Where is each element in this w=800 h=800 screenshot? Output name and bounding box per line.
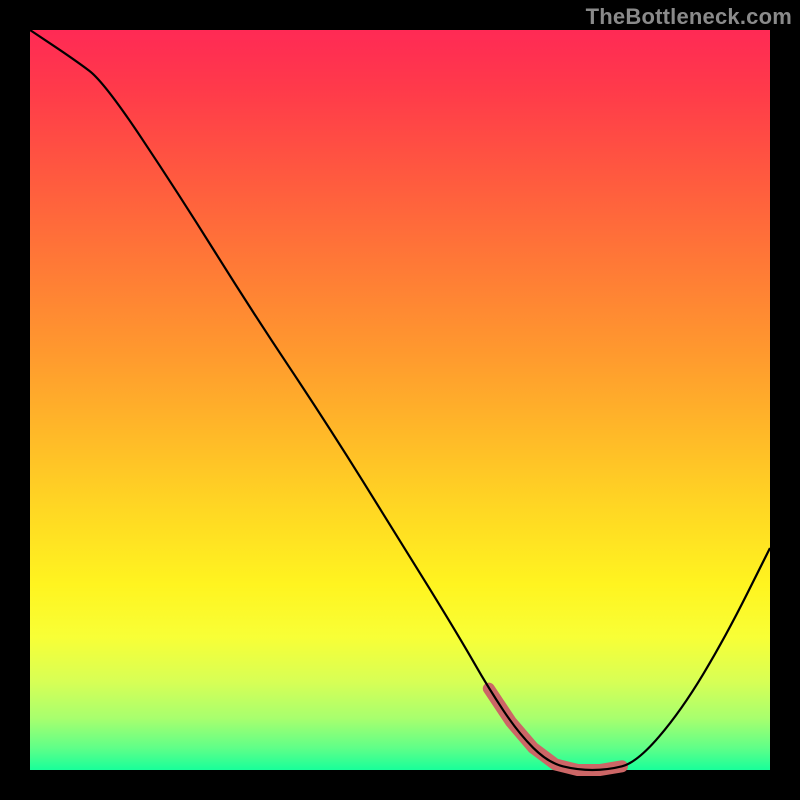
attribution-link[interactable]: TheBottleneck.com — [586, 4, 792, 30]
optimal-range-highlight — [489, 689, 622, 770]
chart-canvas: TheBottleneck.com — [0, 0, 800, 800]
plot-area — [30, 30, 770, 770]
bottleneck-curve — [30, 30, 770, 770]
curve-svg — [30, 30, 770, 770]
